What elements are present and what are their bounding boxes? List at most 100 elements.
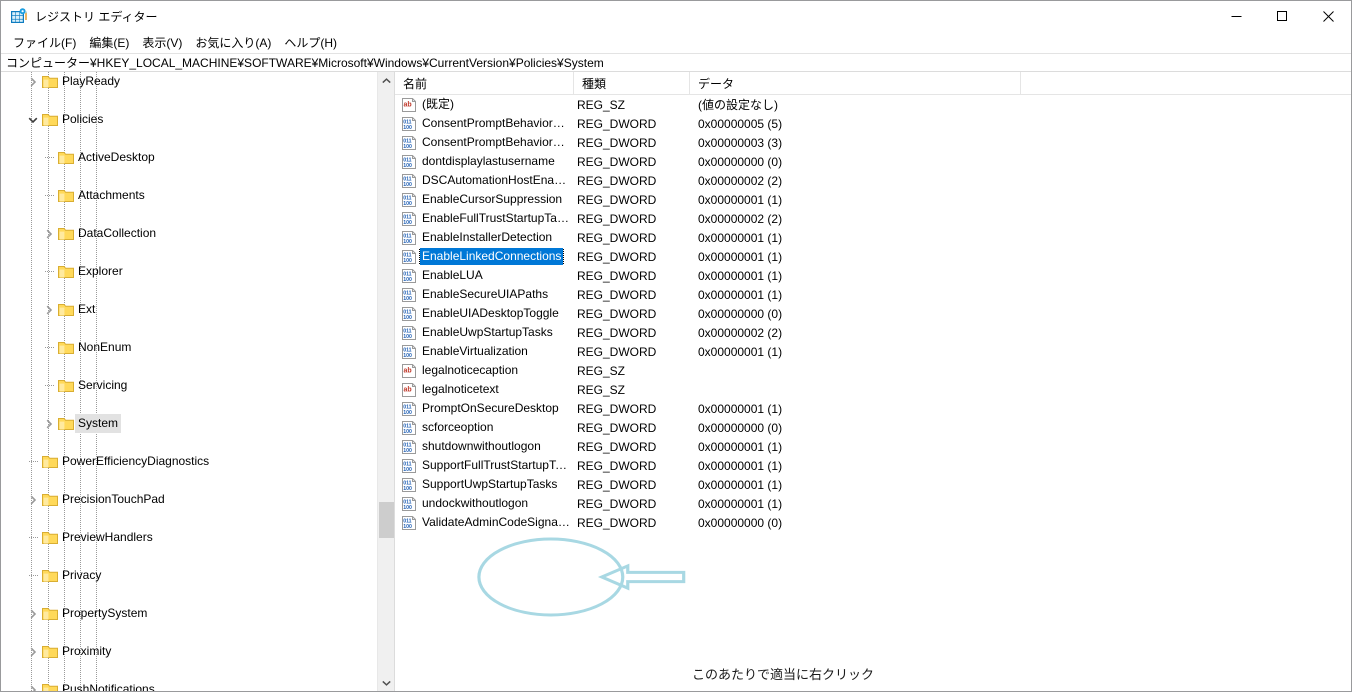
value-type: REG_DWORD [577,230,657,245]
tree-item-servicing[interactable]: Servicing [1,376,377,395]
value-name-cell: ab legalnoticetext [395,381,574,398]
table-row[interactable]: 011 100 EnableLUA REG_DWORD 0x00000001 (1) [395,266,1351,285]
value-name: EnableLinkedConnections [418,248,565,265]
table-row[interactable]: ab (既定) REG_SZ (値の設定なし) [395,95,1351,114]
tree-item-label: PlayReady [62,74,121,88]
value-name-cell: 011 100 SupportUwpStartupTasks [395,476,574,493]
table-row[interactable]: 011 100 EnableInstallerDetection REG_DWORD 0… [395,228,1351,247]
value-name-cell: 011 100 EnableSecureUIAPaths [395,286,574,303]
maximize-button[interactable] [1259,1,1305,32]
menu-file[interactable]: ファイル(F) [7,32,83,53]
scroll-down-icon[interactable] [378,674,394,691]
tree-item-datacollection[interactable]: DataCollection [1,224,377,243]
value-name: EnableCursorSuppression [422,192,563,206]
tree-scrollbar[interactable] [377,72,394,691]
value-data: 0x00000001 (1) [698,496,783,511]
dword-value-icon: 011 100 [402,268,417,283]
dword-value-icon: 011 100 [402,477,417,492]
table-row[interactable]: 011 100 PromptOnSecureDesktop REG_DWORD 0x00… [395,399,1351,418]
value-name: shutdownwithoutlogon [422,439,541,453]
svg-text:100: 100 [403,466,412,472]
tree-item-proximity[interactable]: Proximity [1,642,377,661]
column-data[interactable]: データ [690,72,1021,95]
table-row[interactable]: 011 100 dontdisplaylastusername REG_DWORD 0x… [395,152,1351,171]
tree-item-privacy[interactable]: Privacy [1,566,377,585]
table-row[interactable]: 011 100 EnableSecureUIAPaths REG_DWORD 0x000… [395,285,1351,304]
table-row[interactable]: 011 100 ConsentPromptBehaviorAd... REG_DWOR… [395,114,1351,133]
column-name[interactable]: 名前 [395,72,574,95]
tree-item-powerefficiencydiagnostics[interactable]: PowerEfficiencyDiagnostics [1,452,377,471]
tree-item-label: Explorer [78,264,123,278]
folder-icon [58,189,74,203]
table-row[interactable]: 011 100 undockwithoutlogon REG_DWORD 0x00000… [395,494,1351,513]
minimize-button[interactable] [1213,1,1259,32]
chevron-right-icon[interactable] [41,300,57,319]
tree-item-ext[interactable]: Ext [1,300,377,319]
table-row[interactable]: 011 100 EnableVirtualization REG_DWORD 0x000… [395,342,1351,361]
table-row[interactable]: 011 100 ValidateAdminCodeSignatu... REG_DWO… [395,513,1351,532]
tree-scrollbar-thumb[interactable] [379,502,394,538]
table-row[interactable]: 011 100 EnableCursorSuppression REG_DWORD 0x… [395,190,1351,209]
menu-favorites[interactable]: お気に入り(A) [189,32,278,53]
chevron-right-icon[interactable] [25,72,41,91]
column-type[interactable]: 種類 [574,72,690,95]
value-name: EnableInstallerDetection [422,230,553,244]
value-name: PromptOnSecureDesktop [422,401,559,415]
main-content: PlayReady Policies ActiveDesktop Attachment… [1,72,1351,691]
tree-item-previewhandlers[interactable]: PreviewHandlers [1,528,377,547]
value-type: REG_DWORD [577,439,657,454]
dword-value-icon: 011 100 [402,325,417,340]
tree-item-playready[interactable]: PlayReady [1,72,377,91]
menu-view[interactable]: 表示(V) [136,32,189,53]
table-row[interactable]: ab legalnoticecaption REG_SZ [395,361,1351,380]
table-row[interactable]: 011 100 EnableUwpStartupTasks REG_DWORD 0x00… [395,323,1351,342]
registry-editor-icon [10,7,28,26]
folder-icon [42,493,58,507]
tree-item-system[interactable]: System [1,414,377,433]
menu-help[interactable]: ヘルプ(H) [278,32,344,53]
tree-item-nonenum[interactable]: NonEnum [1,338,377,357]
table-row[interactable]: 011 100 shutdownwithoutlogon REG_DWORD 0x000… [395,437,1351,456]
value-name: SupportFullTrustStartupTasks [422,458,574,472]
chevron-right-icon[interactable] [41,224,57,243]
value-name: EnableUwpStartupTasks [422,325,553,339]
svg-text:100: 100 [403,200,412,206]
table-row[interactable]: 011 100 ConsentPromptBehaviorUser REG_DWORD… [395,133,1351,152]
close-button[interactable] [1305,1,1351,32]
table-row[interactable]: 011 100 SupportFullTrustStartupTasks REG_DW… [395,456,1351,475]
chevron-right-icon[interactable] [25,490,41,509]
value-type: REG_DWORD [577,211,657,226]
table-row[interactable]: 011 100 EnableLinkedConnections REG_DWORD 0x… [395,247,1351,266]
dword-value-icon: 011 100 [402,287,417,302]
tree-item-policies[interactable]: Policies [1,110,377,129]
folder-icon [42,113,58,127]
tree-item-precisiontouchpad[interactable]: PrecisionTouchPad [1,490,377,509]
value-type: REG_DWORD [577,287,657,302]
table-row[interactable]: 011 100 EnableUIADesktopToggle REG_DWORD 0x0… [395,304,1351,323]
annotation-arrow [597,563,686,591]
address-bar[interactable]: コンピューター¥HKEY_LOCAL_MACHINE¥SOFTWARE¥Micr… [1,53,1351,72]
dword-value-icon: 011 100 [402,116,417,131]
tree-item-explorer[interactable]: Explorer [1,262,377,281]
table-row[interactable]: 011 100 DSCAutomationHostEnabled REG_DWORD 0… [395,171,1351,190]
chevron-right-icon[interactable] [25,604,41,623]
table-row[interactable]: 011 100 EnableFullTrustStartupTasks REG_DWO… [395,209,1351,228]
table-row[interactable]: 011 100 SupportUwpStartupTasks REG_DWORD 0x0… [395,475,1351,494]
menu-edit[interactable]: 編集(E) [83,32,136,53]
chevron-right-icon[interactable] [41,414,57,433]
table-row[interactable]: ab legalnoticetext REG_SZ [395,380,1351,399]
chevron-down-icon[interactable] [25,110,41,129]
chevron-right-icon[interactable] [25,680,41,691]
tree-item-activedesktop[interactable]: ActiveDesktop [1,148,377,167]
tree-item-pushnotifications[interactable]: PushNotifications [1,680,377,691]
table-row[interactable]: 011 100 scforceoption REG_DWORD 0x00000000 (… [395,418,1351,437]
svg-text:100: 100 [403,143,412,149]
folder-icon [42,607,58,621]
chevron-right-icon[interactable] [25,642,41,661]
svg-text:100: 100 [403,428,412,434]
menu-bar: ファイル(F) 編集(E) 表示(V) お気に入り(A) ヘルプ(H) [1,32,1351,53]
tree-item-propertysystem[interactable]: PropertySystem [1,604,377,623]
scroll-up-icon[interactable] [378,72,394,89]
tree-item-attachments[interactable]: Attachments [1,186,377,205]
value-name-cell: 011 100 EnableLUA [395,267,574,284]
